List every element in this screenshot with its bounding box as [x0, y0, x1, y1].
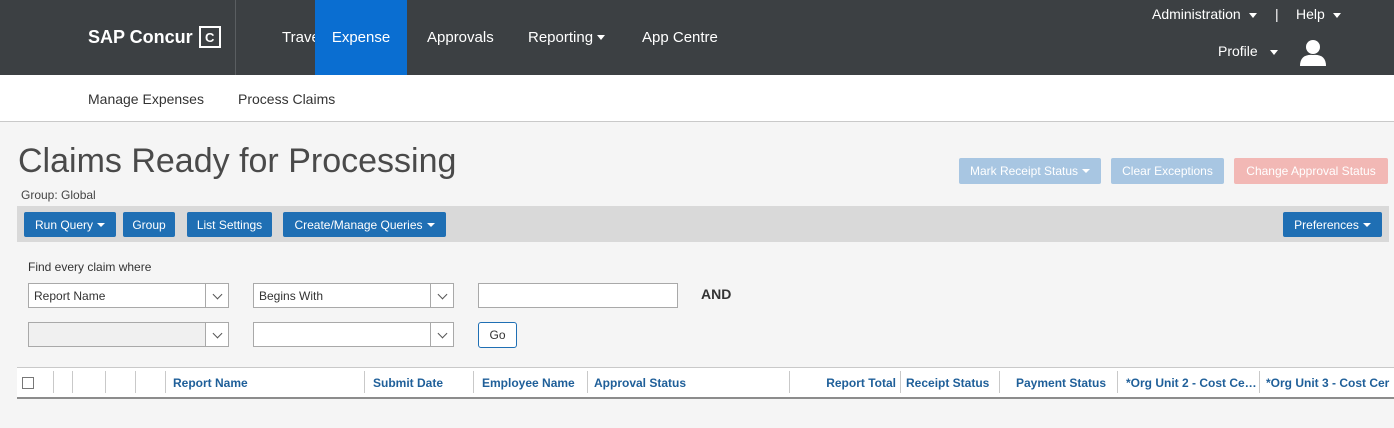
run-query-button[interactable]: Run Query: [24, 212, 116, 237]
column-divider: [72, 371, 73, 393]
column-divider: [1117, 371, 1118, 393]
field-select-2[interactable]: [28, 322, 229, 347]
subnav-manage-expenses[interactable]: Manage Expenses: [88, 91, 204, 107]
brand-logo[interactable]: SAP Concur C: [88, 26, 221, 48]
menu-separator: |: [1275, 6, 1279, 22]
column-approval-status[interactable]: Approval Status: [594, 368, 686, 397]
column-divider: [364, 371, 365, 393]
preferences-button[interactable]: Preferences: [1283, 212, 1382, 237]
column-employee-name[interactable]: Employee Name: [482, 368, 575, 397]
change-approval-status-button[interactable]: Change Approval Status: [1234, 158, 1388, 184]
nav-approvals[interactable]: Approvals: [411, 0, 510, 75]
page-title: Claims Ready for Processing: [18, 142, 457, 180]
top-navigation-bar: SAP Concur C Travel Expense Approvals Re…: [0, 0, 1394, 75]
go-button[interactable]: Go: [478, 322, 517, 348]
nav-approvals-label: Approvals: [427, 29, 494, 46]
column-divider: [53, 371, 54, 393]
caret-down-icon: [1269, 49, 1278, 55]
nav-reporting-label: Reporting: [528, 29, 594, 46]
caret-down-icon: [97, 222, 106, 227]
nav-reporting[interactable]: Reporting: [512, 0, 621, 75]
chevron-down-icon: [430, 284, 453, 307]
column-divider: [1259, 371, 1260, 393]
profile-menu[interactable]: Profile: [1218, 43, 1278, 59]
chevron-down-icon: [205, 284, 228, 307]
nav-app-centre-label: App Centre: [642, 29, 718, 46]
caret-down-icon: [597, 35, 606, 40]
nav-app-centre[interactable]: App Centre: [626, 0, 734, 75]
query-toolbar: Run Query Group List Settings Create/Man…: [17, 206, 1389, 242]
administration-label: Administration: [1152, 6, 1241, 22]
table-header: Report Name Submit Date Employee Name Ap…: [17, 367, 1394, 399]
and-label: AND: [701, 286, 732, 302]
query-value-input[interactable]: [478, 283, 678, 308]
chevron-down-icon: [205, 323, 228, 346]
sub-navigation: Manage Expenses Process Claims: [0, 75, 1394, 122]
column-org-unit-3[interactable]: *Org Unit 3 - Cost Cer: [1266, 368, 1394, 397]
run-query-label: Run Query: [34, 217, 94, 232]
column-report-total[interactable]: Report Total: [789, 368, 896, 397]
profile-label: Profile: [1218, 43, 1258, 59]
brand-name: SAP Concur: [88, 26, 193, 47]
column-divider: [587, 371, 588, 393]
caret-down-icon: [1082, 169, 1091, 173]
operator-select-1-value: Begins With: [259, 288, 324, 303]
field-select-1[interactable]: Report Name: [28, 283, 229, 308]
find-label: Find every claim where: [28, 260, 152, 274]
clear-exceptions-label: Clear Exceptions: [1122, 164, 1213, 178]
help-label: Help: [1296, 6, 1325, 22]
operator-select-2[interactable]: [253, 322, 454, 347]
chevron-down-icon: [430, 323, 453, 346]
column-report-name[interactable]: Report Name: [173, 368, 248, 397]
column-org-unit-2[interactable]: *Org Unit 2 - Cost Ce…: [1126, 368, 1259, 397]
group-label: Group: Global: [21, 188, 96, 202]
nav-divider: [235, 0, 236, 75]
column-receipt-status[interactable]: Receipt Status: [906, 368, 989, 397]
column-divider: [900, 371, 901, 393]
create-manage-queries-label: Create/Manage Queries: [294, 217, 423, 232]
operator-select-1[interactable]: Begins With: [253, 283, 454, 308]
help-menu[interactable]: Help: [1296, 6, 1341, 22]
concur-logo-icon: C: [198, 26, 221, 48]
column-divider: [105, 371, 106, 393]
create-manage-queries-button[interactable]: Create/Manage Queries: [283, 212, 446, 237]
preferences-label: Preferences: [1294, 217, 1359, 232]
caret-down-icon: [1248, 12, 1257, 18]
administration-menu[interactable]: Administration: [1152, 6, 1257, 22]
caret-down-icon: [1332, 12, 1341, 18]
list-settings-button[interactable]: List Settings: [187, 212, 272, 237]
nav-expense-label: Expense: [331, 29, 391, 46]
nav-expense[interactable]: Expense: [315, 0, 407, 75]
mark-receipt-status-label: Mark Receipt Status: [969, 164, 1079, 178]
clear-exceptions-button[interactable]: Clear Exceptions: [1111, 158, 1224, 184]
caret-down-icon: [426, 222, 435, 227]
mark-receipt-status-button[interactable]: Mark Receipt Status: [959, 158, 1101, 184]
main-content: Claims Ready for Processing Group: Globa…: [0, 122, 1394, 428]
caret-down-icon: [1362, 222, 1371, 227]
change-approval-status-label: Change Approval Status: [1246, 164, 1376, 178]
subnav-process-claims[interactable]: Process Claims: [238, 91, 335, 107]
column-submit-date[interactable]: Submit Date: [373, 368, 443, 397]
user-avatar-icon[interactable]: [1299, 38, 1327, 66]
column-divider: [473, 371, 474, 393]
column-divider: [135, 371, 136, 393]
column-divider: [999, 371, 1000, 393]
column-payment-status[interactable]: Payment Status: [1016, 368, 1106, 397]
field-select-1-value: Report Name: [34, 288, 106, 303]
column-divider: [165, 371, 166, 393]
select-all-checkbox[interactable]: [22, 377, 34, 389]
group-button[interactable]: Group: [123, 212, 175, 237]
